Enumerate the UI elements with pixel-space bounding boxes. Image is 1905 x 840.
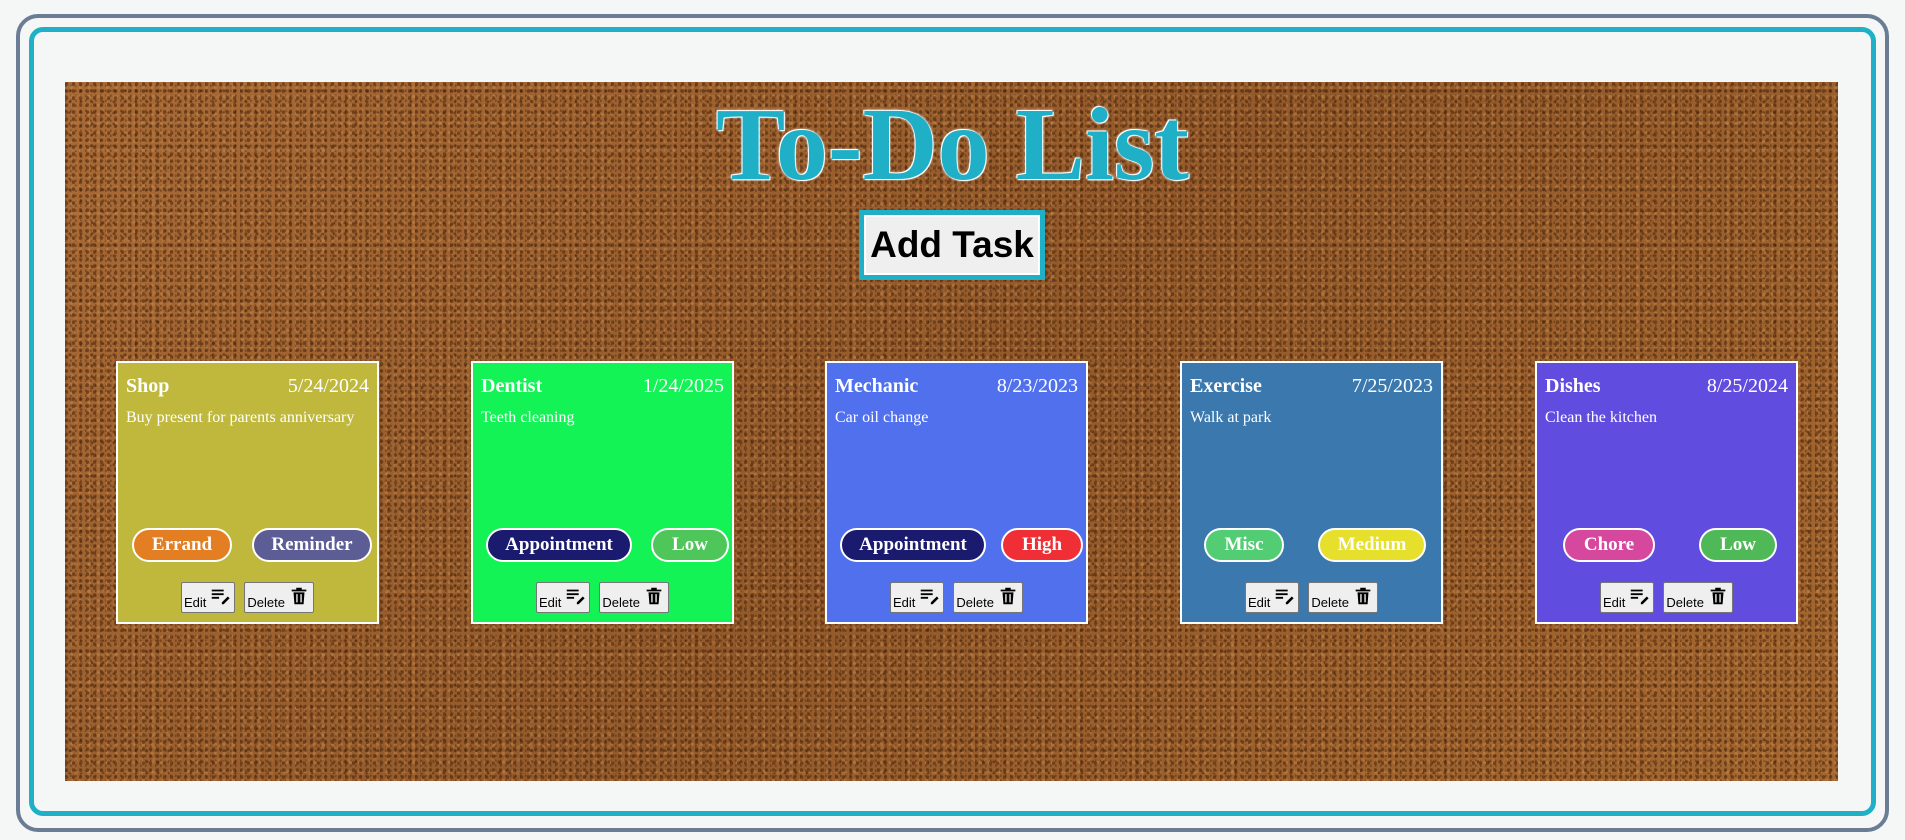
task-description: Clean the kitchen [1545,409,1657,426]
task-name: Mechanic [835,375,919,397]
delete-label: Delete [602,595,640,610]
trash-icon [1000,587,1016,605]
trash-icon [1355,587,1371,605]
trash-icon [1710,587,1726,605]
edit-label: Edit [1248,595,1271,610]
delete-button[interactable]: Delete [953,582,1023,613]
edit-button[interactable]: Edit [536,582,591,613]
edit-label: Edit [539,595,562,610]
delete-button[interactable]: Delete [1308,582,1378,613]
edit-icon [1276,589,1295,605]
task-name: Shop [126,375,170,397]
delete-label: Delete [247,595,285,610]
priority-tag: High [1001,528,1083,562]
task-date: 8/25/2024 [1706,375,1788,397]
task-name: Dentist [481,375,543,397]
edit-icon [567,589,586,605]
task-card: Dishes 8/25/2024 Clean the kitchen Chore… [1535,361,1798,624]
category-tag: Appointment [486,528,632,562]
delete-label: Delete [956,595,994,610]
task-description: Walk at park [1190,409,1272,426]
edit-icon [921,589,940,605]
delete-label: Delete [1311,595,1349,610]
priority-tag: Low [1699,528,1777,562]
trash-icon [646,587,662,605]
task-description: Teeth cleaning [481,409,575,426]
task-description: Car oil change [835,409,929,426]
page-title: To-Do List [716,87,1189,202]
edit-label: Edit [184,595,207,610]
category-tag: Errand [132,528,232,562]
priority-tag: Medium [1318,528,1426,562]
task-date: 1/24/2025 [642,375,724,397]
edit-label: Edit [1603,595,1626,610]
category-tag: Appointment [840,528,986,562]
category-tag: Misc [1204,528,1284,562]
task-date: 5/24/2024 [287,375,369,397]
task-card: Exercise 7/25/2023 Walk at park Misc Med… [1180,361,1443,624]
category-tag: Chore [1563,528,1655,562]
edit-icon [1631,589,1650,605]
edit-label: Edit [893,595,916,610]
delete-button[interactable]: Delete [244,582,314,613]
delete-label: Delete [1666,595,1704,610]
task-date: 7/25/2023 [1351,375,1433,397]
edit-button[interactable]: Edit [1245,582,1300,613]
add-task-button[interactable]: Add Task [859,210,1045,280]
category-tag: Reminder [252,528,372,562]
task-name: Exercise [1190,375,1262,397]
task-card: Dentist 1/24/2025 Teeth cleaning Appoint… [471,361,734,624]
task-card: Shop 5/24/2024 Buy present for parents a… [116,361,379,624]
edit-button[interactable]: Edit [181,582,236,613]
edit-button[interactable]: Edit [890,582,945,613]
task-date: 8/23/2023 [996,375,1078,397]
delete-button[interactable]: Delete [1663,582,1733,613]
trash-icon [291,587,307,605]
task-card: Mechanic 8/23/2023 Car oil change Appoin… [825,361,1088,624]
delete-button[interactable]: Delete [599,582,669,613]
task-name: Dishes [1545,375,1601,397]
task-description: Buy present for parents anniversary [126,409,355,426]
edit-button[interactable]: Edit [1600,582,1655,613]
edit-icon [212,589,231,605]
priority-tag: Low [651,528,729,562]
